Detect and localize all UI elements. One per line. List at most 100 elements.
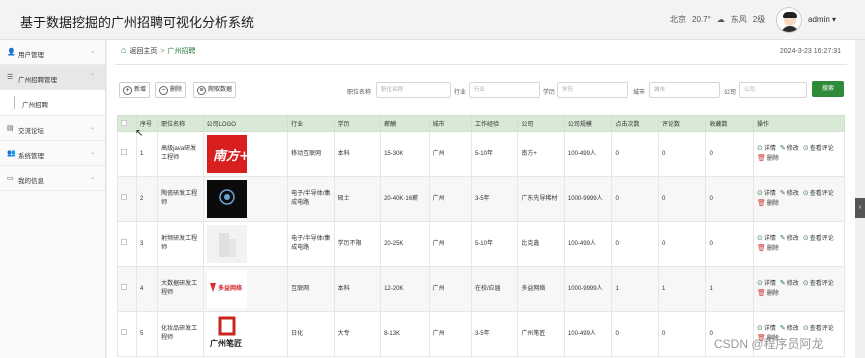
column-header: 收藏数 xyxy=(705,115,755,132)
user-menu[interactable]: admin ▾ xyxy=(808,15,836,24)
chevron-down-icon: ⌄ xyxy=(89,49,95,55)
sidebar-item-users[interactable]: 👤 用户管理 ⌄ xyxy=(0,40,105,65)
delete-row-button[interactable]: 🗑删除 xyxy=(757,290,779,297)
add-button[interactable]: + 新增 xyxy=(119,82,151,98)
row-checkbox[interactable] xyxy=(116,221,138,267)
delete-button[interactable]: − 删除 xyxy=(155,82,187,98)
detail-icon: ⊙ xyxy=(757,235,763,242)
sidebar-item-profile[interactable]: ▭ 我的信息 ⌄ xyxy=(0,166,105,191)
weather-city: 北京 xyxy=(670,15,686,24)
company-filter-label: 公司 xyxy=(724,90,737,96)
chevron-down-icon: ⌄ xyxy=(89,125,95,131)
cell-industry: 互联网 xyxy=(287,266,335,312)
select-all-checkbox[interactable] xyxy=(116,115,138,132)
job-filter-input[interactable]: 职位名称 xyxy=(376,82,451,98)
cell-logo: 广州笔匠 xyxy=(202,311,289,357)
breadcrumb-current: 广州招聘 xyxy=(167,48,196,55)
cell-salary: 20-40K·16薪 xyxy=(380,176,430,222)
edit-button[interactable]: ✎修改 xyxy=(779,280,799,287)
cell-job: 大数据研发工程师 xyxy=(157,266,204,312)
city-filter-label: 城市 xyxy=(633,90,646,96)
delete-row-button[interactable]: 🗑删除 xyxy=(757,245,779,252)
industry-filter-label: 行业 xyxy=(454,90,467,96)
breadcrumb: ⌂ 返回主页 > 广州招聘 xyxy=(121,45,196,56)
cell-no: 3 xyxy=(136,221,159,267)
company-logo-image: 广州笔匠 xyxy=(206,315,247,353)
sidebar-item-system[interactable]: 👥 系统管理 ⌄ xyxy=(0,141,105,166)
edit-button[interactable]: ✎修改 xyxy=(780,145,799,152)
profile-icon: ▭ xyxy=(7,175,14,182)
cell-favs: 0 xyxy=(705,176,755,222)
cell-exp: 在校/应届 xyxy=(470,266,519,312)
row-checkbox[interactable] xyxy=(116,311,138,357)
top-bar: 基于数据挖掘的广州招聘可视化分析系统 北京 20.7° ☁ 东风 2级 admin ▾ xyxy=(0,0,865,40)
view-comments-button[interactable]: ⊙查看评论 xyxy=(803,280,834,287)
detail-button[interactable]: ⊙详情 xyxy=(757,325,776,332)
cell-size: 1000-9999人 xyxy=(563,176,613,222)
cell-no: 5 xyxy=(136,311,159,357)
forum-icon: ▤ xyxy=(7,125,14,132)
edit-button[interactable]: ✎修改 xyxy=(780,235,799,242)
cell-exp: 3-5年 xyxy=(470,311,519,357)
detail-button[interactable]: ⊙详情 xyxy=(757,190,776,197)
column-header: 公司LOGO xyxy=(202,115,289,132)
delete-row-button[interactable]: 🗑删除 xyxy=(757,200,779,207)
sidebar: 👤 用户管理 ⌄ ☰ 广州招聘管理 ⌃ 广州招聘 ▤ 交流论坛 ⌄ 👥 系统管理… xyxy=(0,40,106,358)
edu-filter-input[interactable]: 学历 xyxy=(557,82,628,98)
cell-salary: 8-13K xyxy=(380,311,430,357)
cell-company: 比克鑫 xyxy=(517,221,565,267)
row-checkbox[interactable] xyxy=(116,131,138,177)
delete-button-label: 删除 xyxy=(170,87,183,93)
database-icon: ≡ xyxy=(197,86,206,95)
row-checkbox[interactable] xyxy=(116,176,138,222)
company-filter-input[interactable]: 公司 xyxy=(739,82,807,98)
cell-salary: 15-30K xyxy=(380,131,430,177)
view-comments-button[interactable]: ⊙查看评论 xyxy=(803,235,834,242)
cell-exp: 5-10年 xyxy=(470,131,519,177)
sidebar-item-label: 广州招聘管理 xyxy=(18,77,57,84)
sidebar-item-forum[interactable]: ▤ 交流论坛 ⌄ xyxy=(0,116,105,141)
table-row: 4 大数据研发工程师 多益网络 互联网 本科 12-20K 广州 在校/应届 多… xyxy=(116,266,845,312)
sidebar-item-jobs-admin[interactable]: ☰ 广州招聘管理 ⌃ xyxy=(0,65,105,90)
cell-favs: 0 xyxy=(705,131,755,177)
breadcrumb-home[interactable]: 返回主页 xyxy=(129,48,157,55)
view-comments-button[interactable]: ⊙查看评论 xyxy=(803,325,834,332)
edit-icon: ✎ xyxy=(779,280,786,287)
logo-text: 多益网络 xyxy=(218,284,242,292)
row-checkbox[interactable] xyxy=(116,266,138,312)
cell-edu: 大专 xyxy=(333,311,382,357)
column-header: 薪酬 xyxy=(380,115,430,132)
cell-logo: 南方+ xyxy=(202,131,289,177)
comment-icon: ⊙ xyxy=(802,145,809,152)
industry-filter-input[interactable]: 行业 xyxy=(469,82,540,98)
sidebar-item-jobs[interactable]: 广州招聘 xyxy=(0,90,105,116)
detail-button[interactable]: ⊙详情 xyxy=(757,145,776,152)
city-filter-input[interactable]: 城市 xyxy=(649,82,720,98)
comment-icon: ⊙ xyxy=(802,190,809,197)
detail-button[interactable]: ⊙详情 xyxy=(757,280,776,287)
table-header-row: 序号 职位名称 公司LOGO 行业 学历 薪酬 城市 工作经验 公司 公司规模 … xyxy=(116,115,845,132)
cell-city: 广州 xyxy=(428,131,472,177)
fetch-data-button[interactable]: ≡ 爬取数据 xyxy=(193,82,237,98)
detail-button[interactable]: ⊙详情 xyxy=(757,235,776,242)
app-title: 基于数据挖掘的广州招聘可视化分析系统 xyxy=(20,15,255,30)
cell-city: 广州 xyxy=(428,221,472,267)
cell-clicks: 1 xyxy=(611,266,659,312)
detail-icon: ⊙ xyxy=(757,280,763,287)
cell-salary: 20-25K xyxy=(380,221,430,267)
avatar[interactable] xyxy=(776,7,802,33)
delete-row-button[interactable]: 🗑删除 xyxy=(757,155,779,162)
weather-level: 2级 xyxy=(752,15,766,24)
edit-icon: ✎ xyxy=(779,190,786,197)
column-header: 职位名称 xyxy=(157,115,204,132)
chevron-down-icon: ⌄ xyxy=(89,175,95,181)
search-button[interactable]: 搜索 xyxy=(812,81,844,97)
edit-button[interactable]: ✎修改 xyxy=(780,325,799,332)
view-comments-button[interactable]: ⊙查看评论 xyxy=(802,190,834,197)
cell-logo: 多益网络 xyxy=(202,266,289,312)
edit-button[interactable]: ✎修改 xyxy=(779,190,799,197)
view-comments-button[interactable]: ⊙查看评论 xyxy=(802,145,834,152)
weather-cloud-icon: ☁ xyxy=(716,15,725,24)
side-collapse-tab[interactable]: ‹ xyxy=(855,198,865,218)
home-icon[interactable]: ⌂ xyxy=(121,45,126,55)
